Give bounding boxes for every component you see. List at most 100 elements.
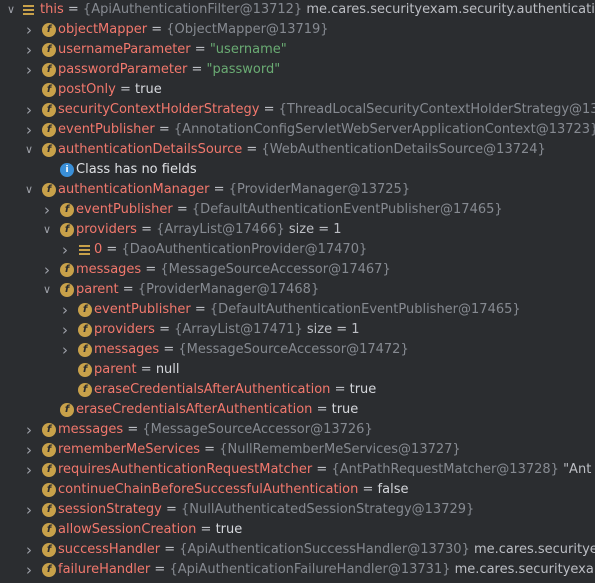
row-content: authenticationDetailsSource = {WebAuthen… xyxy=(58,140,546,160)
chevron-right-icon[interactable] xyxy=(22,420,36,440)
field-name: sessionStrategy xyxy=(58,502,162,517)
chevron-down-icon[interactable] xyxy=(22,180,36,200)
tree-row[interactable]: messages = {MessageSourceAccessor@17467} xyxy=(0,260,595,280)
tree-row[interactable]: passwordParameter = "password" xyxy=(0,60,595,80)
tree-row[interactable]: providers = {ArrayList@17471} size = 1 xyxy=(0,320,595,340)
tree-row[interactable]: messages = {MessageSourceAccessor@17472} xyxy=(0,340,595,360)
value-summary: me.cares.securityexam.se xyxy=(473,542,595,557)
tree-row[interactable]: postOnly = true xyxy=(0,80,595,100)
chevron-right-icon[interactable] xyxy=(22,560,36,580)
tree-row[interactable]: securityContextHolderStrategy = {ThreadL… xyxy=(0,100,595,120)
field-name: successHandler xyxy=(58,542,161,557)
tree-row[interactable]: continueChainBeforeSuccessfulAuthenticat… xyxy=(0,480,595,500)
tree-row[interactable]: eraseCredentialsAfterAuthentication = tr… xyxy=(0,400,595,420)
tree-row[interactable]: parent = null xyxy=(0,360,595,380)
chevron-right-icon[interactable] xyxy=(58,320,72,340)
tree-row[interactable]: eraseCredentialsAfterAuthentication = tr… xyxy=(0,380,595,400)
chevron-right-icon[interactable] xyxy=(40,200,54,220)
field-name: eventPublisher xyxy=(76,202,173,217)
tree-row[interactable]: requiresAuthenticationRequestMatcher = {… xyxy=(0,460,595,480)
chevron-right-icon[interactable] xyxy=(22,500,36,520)
object-reference: {MessageSourceAccessor@17472} xyxy=(178,342,409,357)
row-content: messages = {MessageSourceAccessor@13726} xyxy=(58,420,373,440)
chevron-right-icon[interactable] xyxy=(22,100,36,120)
row-content: successHandler = {ApiAuthenticationSucce… xyxy=(58,540,595,560)
tree-row[interactable]: 0 = {DaoAuthenticationProvider@17470} xyxy=(0,240,595,260)
primitive-value: true xyxy=(331,402,359,417)
field-name: messages xyxy=(94,342,160,357)
field-icon xyxy=(42,83,56,97)
equals-sign: = xyxy=(263,102,275,117)
field-name: failureHandler xyxy=(58,562,151,577)
equals-sign: = xyxy=(106,242,118,257)
row-content: providers = {ArrayList@17471} size = 1 xyxy=(94,320,360,340)
field-name: eventPublisher xyxy=(94,302,191,317)
tree-row[interactable]: this = {ApiAuthenticationFilter@13712} m… xyxy=(0,0,595,20)
tree-row[interactable]: eventPublisher = {DefaultAuthenticationE… xyxy=(0,200,595,220)
object-reference: {ProviderManager@17468} xyxy=(137,282,320,297)
chevron-down-icon[interactable] xyxy=(40,220,54,240)
row-content: rememberMeServices = {NullRememberMeServ… xyxy=(58,440,461,460)
tree-row[interactable]: successHandler = {ApiAuthenticationSucce… xyxy=(0,540,595,560)
chevron-right-icon[interactable] xyxy=(58,300,72,320)
field-name: providers xyxy=(94,322,155,337)
chevron-right-icon[interactable] xyxy=(58,240,72,260)
tree-row[interactable]: providers = {ArrayList@17466} size = 1 xyxy=(0,220,595,240)
tree-row[interactable]: objectMapper = {ObjectMapper@13719} xyxy=(0,20,595,40)
field-name: passwordParameter xyxy=(58,62,188,77)
chevron-right-icon[interactable] xyxy=(40,260,54,280)
chevron-right-icon[interactable] xyxy=(22,40,36,60)
field-name: continueChainBeforeSuccessfulAuthenticat… xyxy=(58,482,359,497)
object-reference: {AnnotationConfigServletWebServerApplica… xyxy=(173,122,595,137)
row-content: requiresAuthenticationRequestMatcher = {… xyxy=(58,460,595,480)
value-summary: size = 1 xyxy=(306,322,360,337)
chevron-down-icon[interactable] xyxy=(22,140,36,160)
equals-sign: = xyxy=(163,342,175,357)
equals-sign: = xyxy=(145,262,157,277)
chevron-down-icon[interactable] xyxy=(40,280,54,300)
tree-row[interactable]: authenticationDetailsSource = {WebAuthen… xyxy=(0,140,595,160)
tree-row[interactable]: Class has no fields xyxy=(0,160,595,180)
field-icon xyxy=(60,203,74,217)
field-name: postOnly xyxy=(58,82,116,97)
chevron-right-icon[interactable] xyxy=(22,20,36,40)
info-icon xyxy=(60,163,74,177)
row-content: usernameParameter = "username" xyxy=(58,40,287,60)
object-reference: {ApiAuthenticationFailureHandler@13731} xyxy=(169,562,451,577)
tree-row[interactable]: eventPublisher = {DefaultAuthenticationE… xyxy=(0,300,595,320)
value-summary: size = 1 xyxy=(288,222,342,237)
row-content: parent = {ProviderManager@17468} xyxy=(76,280,319,300)
field-icon xyxy=(42,483,56,497)
chevron-right-icon[interactable] xyxy=(22,440,36,460)
equals-sign: = xyxy=(362,482,374,497)
field-name: usernameParameter xyxy=(58,42,191,57)
object-reference: {ThreadLocalSecurityContextHolderStrateg… xyxy=(278,102,595,117)
chevron-right-icon[interactable] xyxy=(22,460,36,480)
equals-sign: = xyxy=(191,62,203,77)
primitive-value: true xyxy=(215,522,243,537)
value-summary: me.cares.securityexam.security.authentic… xyxy=(306,2,595,17)
equals-sign: = xyxy=(140,362,152,377)
debugger-variables-tree: this = {ApiAuthenticationFilter@13712} m… xyxy=(0,0,595,583)
field-icon xyxy=(42,423,56,437)
chevron-right-icon[interactable] xyxy=(22,540,36,560)
chevron-right-icon[interactable] xyxy=(22,60,36,80)
equals-sign: = xyxy=(204,442,216,457)
tree-row[interactable]: sessionStrategy = {NullAuthenticatedSess… xyxy=(0,500,595,520)
chevron-right-icon[interactable] xyxy=(22,120,36,140)
tree-row[interactable]: messages = {MessageSourceAccessor@13726} xyxy=(0,420,595,440)
chevron-right-icon[interactable] xyxy=(58,340,72,360)
tree-row[interactable]: allowSessionCreation = true xyxy=(0,520,595,540)
field-name: eraseCredentialsAfterAuthentication xyxy=(76,402,313,417)
tree-row[interactable]: eventPublisher = {AnnotationConfigServle… xyxy=(0,120,595,140)
equals-sign: = xyxy=(194,42,206,57)
tree-row[interactable]: usernameParameter = "username" xyxy=(0,40,595,60)
chevron-down-icon[interactable] xyxy=(4,0,18,20)
field-name: parent xyxy=(76,282,119,297)
field-icon xyxy=(60,403,74,417)
tree-row[interactable]: parent = {ProviderManager@17468} xyxy=(0,280,595,300)
tree-row[interactable]: failureHandler = {ApiAuthenticationFailu… xyxy=(0,560,595,580)
tree-row[interactable]: rememberMeServices = {NullRememberMeServ… xyxy=(0,440,595,460)
tree-row[interactable]: authenticationManager = {ProviderManager… xyxy=(0,180,595,200)
field-icon xyxy=(42,503,56,517)
